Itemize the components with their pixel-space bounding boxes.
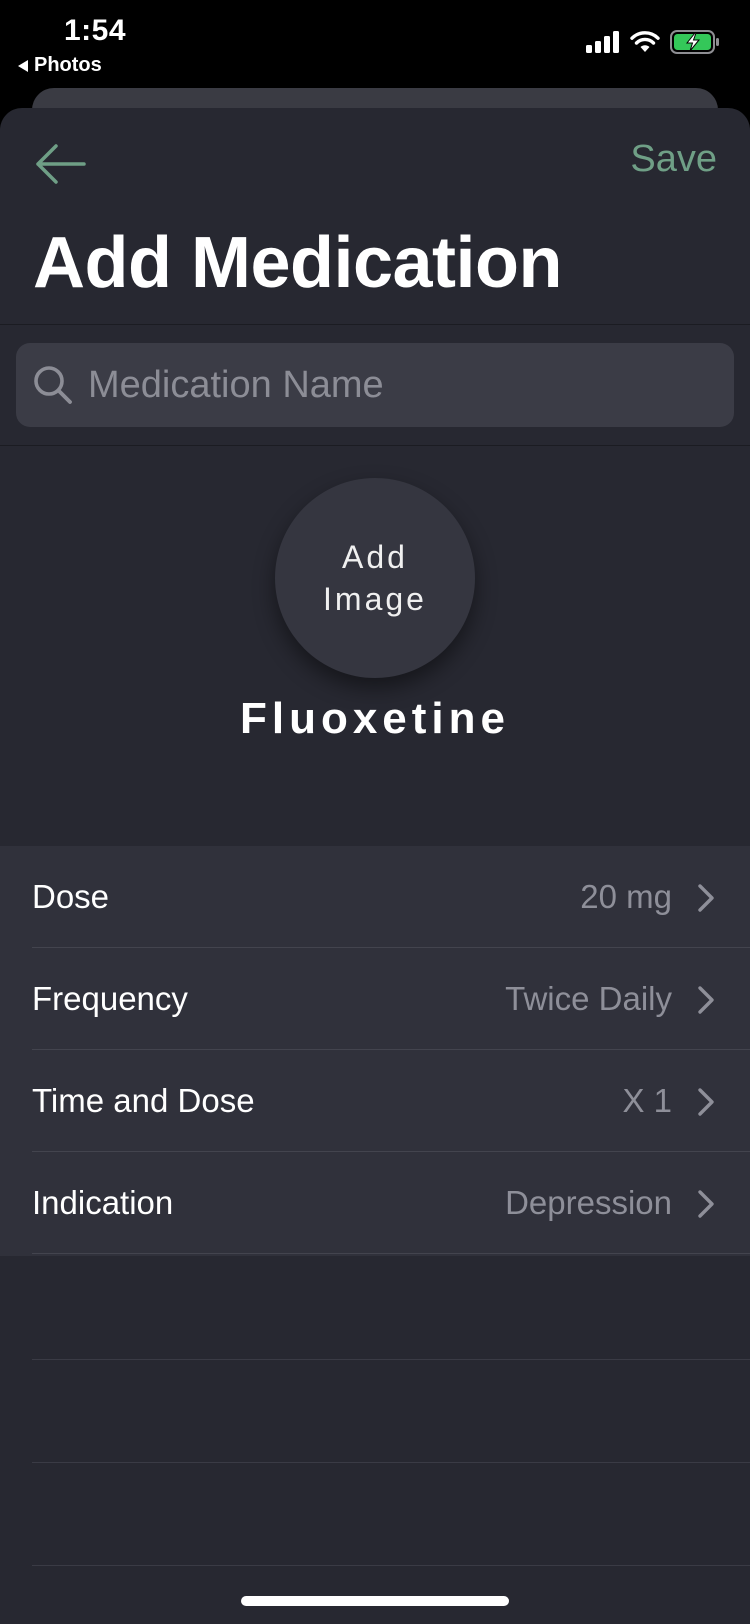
row-value: Depression bbox=[505, 1184, 672, 1221]
separator bbox=[32, 1462, 750, 1463]
medication-header: Add Image Fluoxetine bbox=[0, 446, 750, 846]
indication-row[interactable]: Indication Depression bbox=[0, 1152, 750, 1254]
medication-name-input[interactable] bbox=[86, 354, 734, 416]
back-button[interactable] bbox=[32, 140, 88, 188]
row-value: 20 mg bbox=[580, 878, 672, 915]
add-image-label: Add Image bbox=[305, 536, 445, 620]
back-to-photos-link[interactable]: Photos bbox=[18, 54, 102, 77]
chevron-right-icon bbox=[698, 1190, 714, 1218]
status-icons bbox=[586, 30, 720, 54]
row-label: Dose bbox=[32, 878, 110, 915]
back-triangle-icon bbox=[18, 59, 28, 72]
battery-charging-icon bbox=[670, 30, 719, 54]
row-label: Time and Dose bbox=[32, 1082, 255, 1119]
search-bar bbox=[0, 324, 750, 446]
search-icon bbox=[34, 366, 72, 404]
add-medication-sheet: Save Add Medication Add Image Fluoxetine bbox=[0, 108, 750, 1624]
chevron-right-icon bbox=[698, 986, 714, 1014]
chevron-right-icon bbox=[698, 1088, 714, 1116]
home-indicator bbox=[241, 1596, 509, 1606]
screen: 1:54 Photos Save Add Medication Medicati… bbox=[0, 0, 750, 1624]
medication-details-list: Dose 20 mg Frequency Twice Daily Time an… bbox=[0, 846, 750, 1256]
frequency-row[interactable]: Frequency Twice Daily bbox=[0, 948, 750, 1050]
add-image-line2: Image bbox=[323, 581, 427, 617]
row-label: Frequency bbox=[32, 980, 188, 1017]
add-image-button[interactable]: Add Image bbox=[275, 478, 475, 678]
save-button[interactable]: Save bbox=[630, 138, 717, 181]
separator bbox=[32, 1565, 750, 1566]
separator bbox=[32, 1359, 750, 1360]
status-bar: 1:54 Photos bbox=[0, 0, 750, 86]
status-time: 1:54 bbox=[64, 14, 127, 47]
chevron-right-icon bbox=[698, 884, 714, 912]
wifi-icon bbox=[630, 31, 660, 52]
dose-row[interactable]: Dose 20 mg bbox=[0, 846, 750, 948]
medication-name: Fluoxetine bbox=[239, 694, 511, 743]
back-app-label: Photos bbox=[34, 54, 102, 76]
search-field[interactable] bbox=[16, 343, 734, 427]
row-value: X 1 bbox=[622, 1082, 672, 1119]
cellular-signal-icon bbox=[586, 31, 619, 53]
add-image-line1: Add bbox=[342, 539, 408, 575]
page-title: Add Medication bbox=[33, 223, 563, 303]
row-value: Twice Daily bbox=[505, 980, 672, 1017]
arrow-left-icon bbox=[36, 144, 86, 184]
time-and-dose-row[interactable]: Time and Dose X 1 bbox=[0, 1050, 750, 1152]
row-label: Indication bbox=[32, 1184, 174, 1221]
